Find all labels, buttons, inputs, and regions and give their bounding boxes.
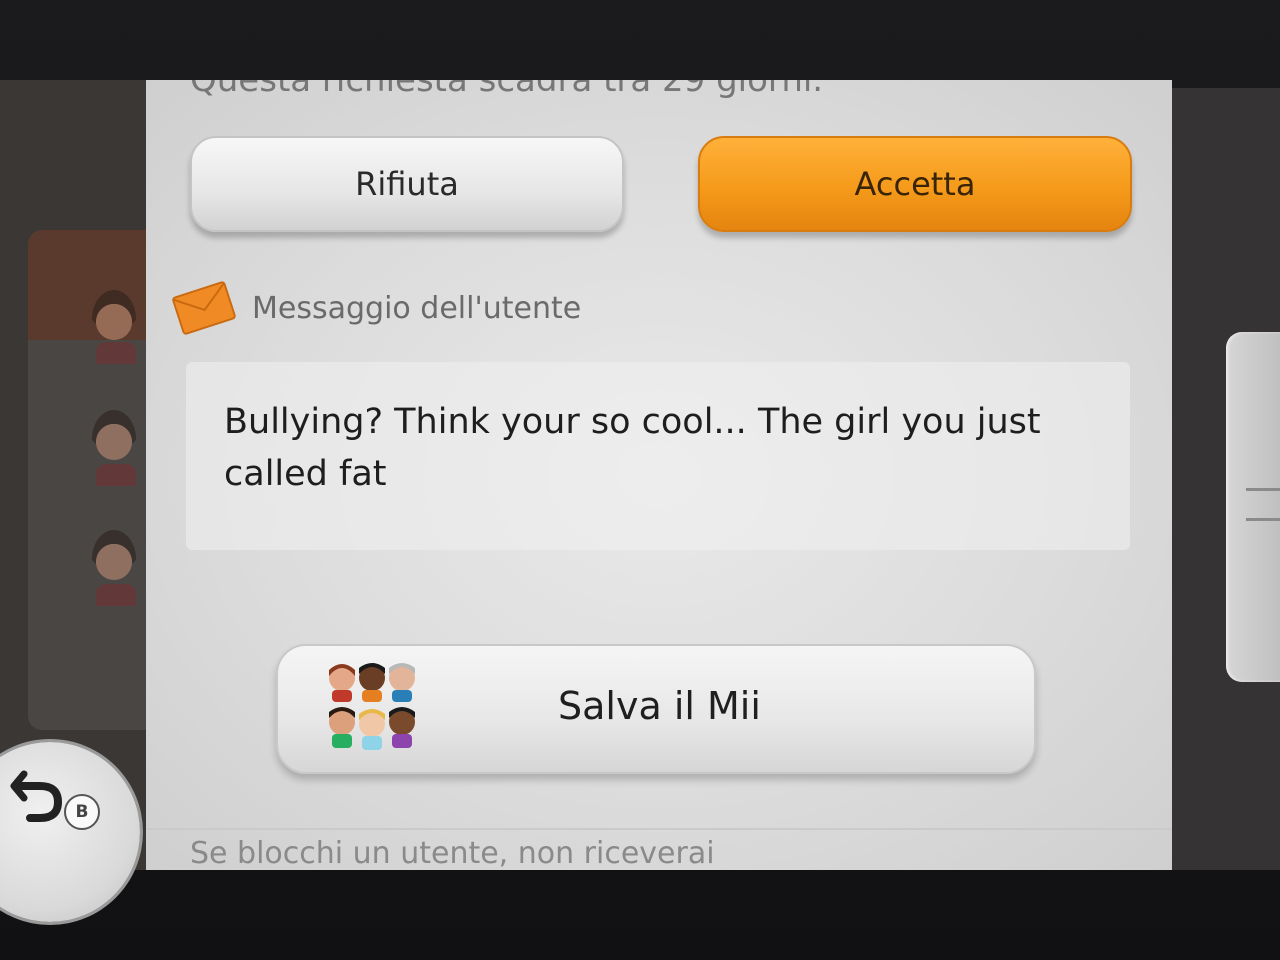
device-screen: Questa richiesta scadrà tra 29 giorni. R… xyxy=(0,0,1280,960)
refuse-button[interactable]: Rifiuta xyxy=(190,136,624,232)
background-card xyxy=(28,230,158,730)
footer-divider xyxy=(146,828,1172,830)
background-mii-avatar xyxy=(92,290,136,348)
back-arrow-icon xyxy=(10,770,63,822)
accept-button[interactable]: Accetta xyxy=(698,136,1132,232)
background-mii-avatar xyxy=(92,530,136,588)
background-mii-body xyxy=(96,584,136,606)
message-header-label: Messaggio dell'utente xyxy=(252,290,582,326)
background-mii-body xyxy=(96,342,136,364)
background-mii-body xyxy=(96,464,136,486)
background-mii-avatar xyxy=(92,410,136,468)
block-user-notice: Se blocchi un utente, non riceverai xyxy=(190,836,715,870)
scrollbar-handle[interactable] xyxy=(1226,332,1280,682)
scroll-grip-line xyxy=(1246,518,1280,521)
b-button-badge: B xyxy=(64,794,100,830)
scroll-grip-line xyxy=(1246,488,1280,491)
expiry-notice: Questa richiesta scadrà tra 29 giorni. xyxy=(190,80,824,100)
refuse-button-label: Rifiuta xyxy=(355,165,459,203)
accept-button-label: Accetta xyxy=(854,165,976,203)
save-mii-button[interactable]: Salva il Mii xyxy=(276,644,1036,774)
envelope-icon xyxy=(172,281,236,335)
mii-group-icon xyxy=(329,663,415,750)
save-mii-label: Salva il Mii xyxy=(558,684,761,728)
friend-request-dialog: Questa richiesta scadrà tra 29 giorni. R… xyxy=(146,80,1172,870)
user-message-text: Bullying? Think your so cool... The girl… xyxy=(224,402,1041,494)
message-header: Messaggio dell'utente xyxy=(172,278,582,338)
